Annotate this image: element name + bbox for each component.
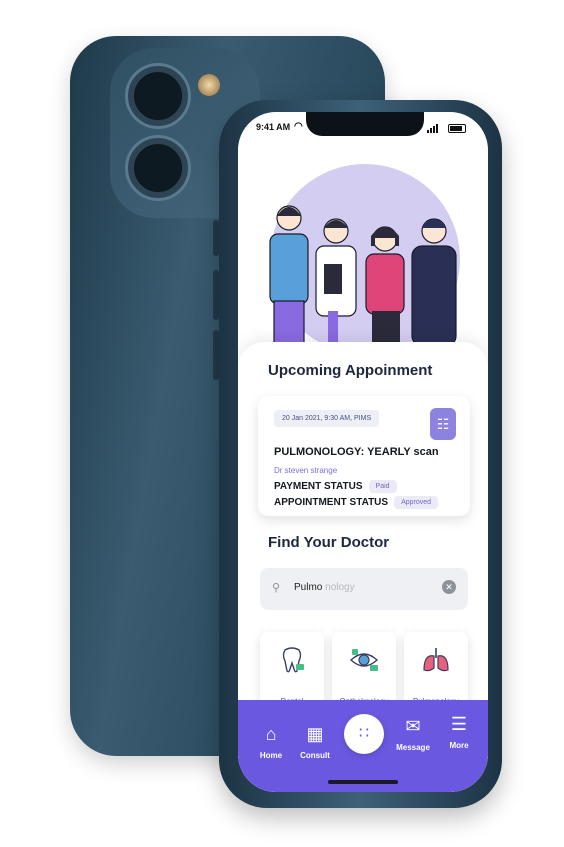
nav-more[interactable]: ☰ More [434, 714, 484, 750]
upcoming-title: Upcoming Appoinment [268, 362, 433, 379]
clear-search-icon[interactable]: ✕ [442, 580, 456, 594]
nav-message-label: Message [396, 743, 430, 752]
chat-button[interactable]: ☷ [430, 408, 456, 440]
home-indicator [328, 780, 398, 784]
doctors-illustration [269, 205, 457, 346]
payment-status-row: PAYMENT STATUS Paid [274, 480, 397, 493]
search-value: Pulmo [294, 582, 323, 593]
status-time: 9:41 AM [256, 122, 291, 132]
appointment-date: 20 Jan 2021, 9:30 AM, PIMS [274, 410, 380, 427]
hero-illustration [238, 136, 488, 354]
appointment-doctor: Dr steven strange [274, 466, 338, 475]
nav-message[interactable]: ✉ Message [388, 716, 438, 752]
appointment-card[interactable]: 20 Jan 2021, 9:30 AM, PIMS ☷ PULMONOLOGY… [258, 396, 470, 516]
signal-icon [427, 124, 438, 133]
lungs-icon [423, 648, 449, 672]
tooth-icon [282, 647, 304, 673]
chat-icon: ☷ [436, 416, 450, 432]
nav-consult[interactable]: ▦ Consult [290, 724, 340, 760]
payment-status-label: PAYMENT STATUS [274, 481, 363, 493]
search-suggestion: nology [325, 582, 355, 593]
phone-screen: 9:41 AM ◠ Upcoming Appoinment 20 Jan 202… [238, 112, 488, 792]
bottom-nav: ⌂ Home ▦ Consult ∷ ✉ Message ☰ More [238, 700, 488, 792]
eye-icon [349, 649, 379, 671]
payment-status-badge: Paid [368, 480, 397, 493]
camera-lens-icon [128, 66, 188, 126]
home-icon: ⌂ [265, 724, 277, 744]
status-bar: 9:41 AM ◠ [256, 121, 470, 136]
find-doctor-title: Find Your Doctor [268, 534, 390, 551]
wifi-icon: ◠ [294, 121, 303, 132]
menu-icon: ☰ [450, 714, 468, 734]
appointment-status-label: APPOINTMENT STATUS [274, 497, 389, 509]
nav-more-label: More [449, 741, 469, 750]
camera-lens-icon [128, 138, 188, 198]
nav-home-label: Home [259, 751, 283, 760]
appointment-status-badge: Approved [394, 496, 439, 509]
battery-icon [448, 124, 466, 133]
doctor-search-input[interactable]: ⚲ Pulmo nology ✕ [260, 568, 468, 610]
apps-button[interactable]: ∷ [344, 714, 384, 754]
nav-home[interactable]: ⌂ Home [246, 724, 296, 760]
search-icon: ⚲ [272, 582, 281, 594]
grid-icon: ∷ [358, 725, 370, 742]
mail-icon: ✉ [405, 716, 421, 736]
search-text: Pulmo nology [294, 582, 355, 593]
calendar-icon: ▦ [306, 724, 324, 744]
appointment-status-row: APPOINTMENT STATUS Approved [274, 496, 439, 509]
flash-icon [198, 74, 220, 96]
appointment-specialty: PULMONOLOGY: YEARLY scan [274, 446, 439, 458]
nav-consult-label: Consult [300, 751, 330, 760]
